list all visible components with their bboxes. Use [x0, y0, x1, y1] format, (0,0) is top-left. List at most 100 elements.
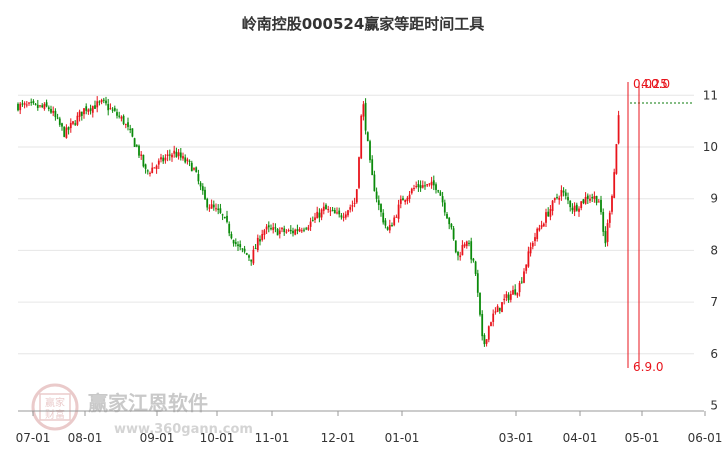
candle — [575, 202, 578, 212]
candle — [263, 228, 266, 240]
candle — [168, 149, 171, 161]
candle — [215, 203, 217, 212]
candle — [569, 200, 572, 212]
candle — [399, 195, 402, 209]
candle — [228, 221, 231, 237]
candle — [102, 97, 105, 104]
candle — [162, 155, 165, 164]
candle — [507, 292, 510, 303]
candle — [364, 98, 367, 135]
candle — [89, 104, 92, 115]
candle — [217, 204, 220, 215]
candle — [512, 285, 514, 295]
candle — [564, 189, 567, 200]
candle — [281, 226, 283, 233]
candle — [140, 151, 143, 160]
candle — [454, 240, 457, 254]
candle — [439, 190, 442, 196]
candle — [514, 284, 517, 296]
candle — [424, 181, 426, 190]
candle — [58, 116, 61, 127]
candle — [496, 304, 499, 313]
candle — [67, 126, 70, 135]
candle — [534, 232, 536, 247]
candle — [41, 103, 44, 109]
candle — [428, 183, 431, 187]
candle — [426, 183, 429, 188]
candle — [366, 131, 369, 142]
candle — [303, 227, 305, 233]
candle — [529, 242, 532, 257]
candle — [232, 239, 235, 247]
candle — [87, 108, 90, 115]
candle — [547, 207, 550, 217]
candle — [166, 150, 169, 162]
candle — [443, 199, 446, 216]
candle — [567, 192, 569, 205]
candle — [540, 220, 543, 230]
candle — [118, 111, 121, 119]
chart-svg: 岭南控股000524赢家等距时间工具 赢家 财富 赢家江恩软件 www.360g… — [16, 15, 723, 445]
candle — [17, 102, 19, 112]
candle — [562, 187, 565, 197]
y-tick-label: 6 — [710, 347, 718, 361]
gridlines — [18, 94, 694, 355]
candle — [201, 183, 204, 195]
candle — [518, 280, 521, 297]
chart: 岭南控股000524赢家等距时间工具 赢家 财富 赢家江恩软件 www.360g… — [0, 0, 726, 450]
candle — [173, 145, 176, 158]
candle — [525, 264, 528, 274]
candle — [78, 109, 81, 122]
candle — [142, 154, 145, 168]
candle — [430, 176, 433, 189]
candle — [120, 115, 123, 122]
candle — [578, 206, 580, 217]
candle — [406, 195, 409, 205]
candle — [296, 224, 299, 235]
candle — [65, 124, 68, 139]
candle — [243, 245, 246, 254]
candle — [34, 102, 37, 106]
candle — [179, 148, 182, 161]
candle — [395, 214, 398, 218]
candle — [470, 237, 473, 264]
candle — [265, 224, 268, 234]
x-tick-label: 04-01 — [563, 431, 598, 445]
candle — [274, 223, 277, 233]
candle — [298, 227, 301, 233]
candle — [270, 224, 272, 231]
annotations: 0.04.250.06.9.0 — [627, 77, 694, 374]
annotation-bottom: 6.9.0 — [633, 360, 664, 374]
candle — [289, 225, 292, 235]
candle — [419, 180, 422, 192]
candle — [353, 197, 356, 208]
candle — [28, 101, 30, 106]
candle — [551, 200, 554, 216]
candle — [254, 244, 257, 250]
candle — [230, 231, 233, 240]
candle — [435, 182, 437, 194]
candle — [292, 227, 294, 237]
candle — [415, 181, 418, 189]
candle — [468, 240, 470, 247]
candle — [355, 188, 358, 204]
candle — [204, 186, 206, 200]
candle — [219, 203, 222, 214]
candle — [105, 96, 107, 106]
x-tick-label: 01-01 — [385, 431, 420, 445]
candles — [17, 96, 620, 347]
candle — [520, 277, 523, 284]
candle — [197, 169, 200, 185]
candle — [362, 101, 365, 121]
candle — [553, 197, 556, 203]
candle — [340, 213, 343, 220]
candle — [305, 226, 308, 231]
candle — [474, 260, 477, 276]
candle — [21, 99, 24, 107]
candle — [32, 99, 35, 105]
candle — [25, 100, 28, 108]
candle — [391, 222, 393, 227]
candle — [437, 189, 440, 194]
candle — [421, 180, 424, 189]
candle — [503, 294, 506, 305]
